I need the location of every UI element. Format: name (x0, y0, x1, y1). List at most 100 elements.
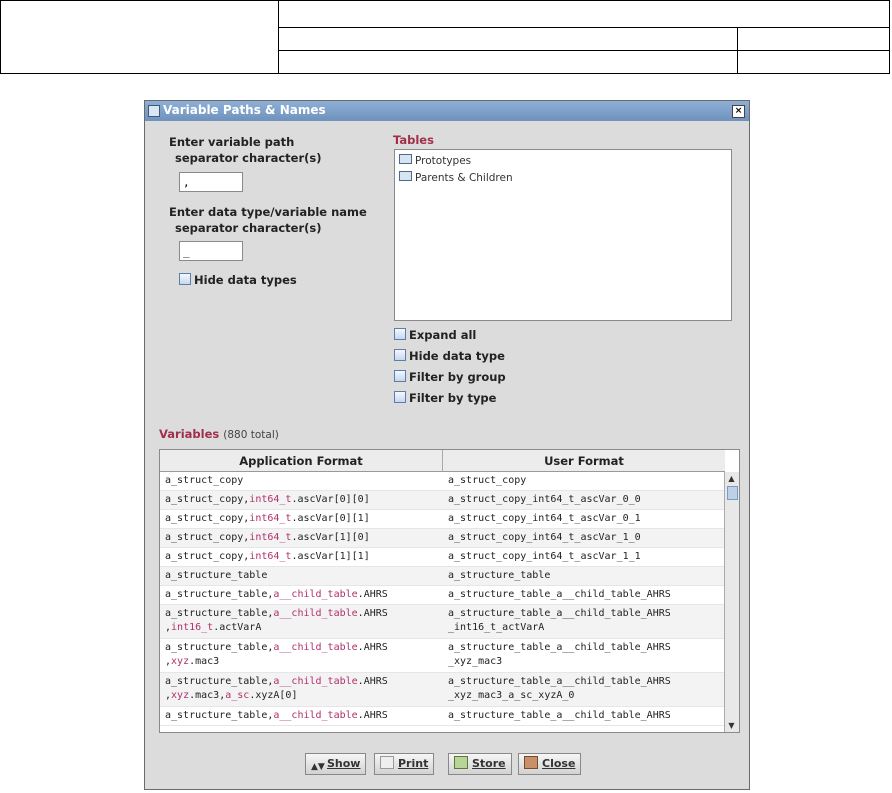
filter-by-type-label: Filter by type (409, 391, 497, 405)
application-format-cell: a_structure_table,a__child_table.AHRS (160, 707, 443, 725)
application-format-cell: a_structure_table,a__child_table.AHRS ,x… (160, 639, 443, 671)
tables-tree[interactable]: Prototypes Parents & Children (394, 149, 732, 321)
cell-text-segment: .ascVar[0][1] (291, 513, 370, 524)
table-row[interactable]: a_structure_table,a__child_table.AHRS ,x… (160, 673, 725, 707)
checkbox-icon (179, 273, 191, 285)
cell-text-segment: a_struct_copy, (165, 513, 250, 524)
table-row[interactable]: a_structure_table a_structure_table (160, 567, 725, 586)
close-icon[interactable]: × (732, 105, 745, 118)
table-row[interactable]: a_struct_copy a_struct_copy (160, 472, 725, 491)
tables-label: Tables (393, 133, 434, 147)
application-format-cell: a_structure_table,a__child_table.AHRS ,i… (160, 605, 443, 637)
printer-icon (380, 756, 394, 769)
filter-by-group-checkbox[interactable]: Filter by group (394, 370, 506, 384)
variables-label: Variables (880 total) (159, 427, 279, 441)
header-title-cell (278, 0, 890, 29)
header-logo-cell (0, 0, 279, 74)
dialog-title: Variable Paths & Names (163, 103, 326, 117)
close-door-icon (524, 756, 538, 769)
store-button[interactable]: Store (448, 753, 512, 775)
application-format-cell: a_struct_copy,int64_t.ascVar[1][0] (160, 529, 443, 547)
table-row[interactable]: a_struct_copy,int64_t.ascVar[0][1] a_stru… (160, 510, 725, 529)
user-format-cell: a_structure_table_a__child_table_AHRS _x… (448, 676, 671, 701)
document-header-table (0, 0, 890, 74)
scroll-thumb[interactable] (727, 486, 738, 500)
application-format-cell: a_structure_table (160, 567, 443, 585)
cell-text-segment: a_struct_copy (165, 475, 244, 486)
header-cell (278, 27, 738, 52)
cell-text-segment: a_structure_table, (165, 676, 274, 687)
cell-text-segment: .ascVar[0][0] (291, 494, 370, 505)
table-row[interactable]: a_structure_table,a__child_table.AHRS ,i… (160, 605, 725, 639)
variables-title: Variables (159, 427, 220, 441)
dialog-titlebar[interactable]: Variable Paths & Names × (145, 101, 749, 121)
checkbox-icon (394, 328, 406, 340)
header-cell (278, 50, 738, 74)
cell-text-segment: int64_t (249, 494, 292, 505)
cell-text-segment: .mac3, (189, 690, 226, 701)
type-separator-label-line2: separator character(s) (175, 221, 322, 235)
type-separator-label-line1: Enter data type/variable name (169, 205, 367, 219)
table-row[interactable]: a_structure_table,a__child_table.AHRS a_s… (160, 586, 725, 605)
user-format-cell: a_structure_table_a__child_table_AHRS _x… (448, 642, 671, 667)
checkbox-icon (394, 391, 406, 403)
path-separator-input[interactable] (179, 172, 243, 192)
table-row[interactable]: a_struct_copy,int64_t.ascVar[0][0] a_stru… (160, 491, 725, 510)
filter-by-type-checkbox[interactable]: Filter by type (394, 391, 496, 405)
user-format-cell: a_struct_copy (448, 475, 527, 486)
application-format-cell: a_struct_copy,int64_t.ascVar[0][0] (160, 491, 443, 509)
tree-item-parents-children[interactable]: Parents & Children (399, 171, 513, 184)
cell-text-segment: a__child_table (273, 710, 358, 721)
cell-text-segment: a_struct_copy, (165, 494, 250, 505)
scroll-up-icon[interactable]: ▲ (727, 474, 736, 483)
hide-data-types-checkbox[interactable]: Hide data types (179, 273, 297, 287)
table-row[interactable]: a_structure_table,a__child_table.AHRS ,x… (160, 639, 725, 673)
column-header-user-format[interactable]: User Format (443, 450, 725, 472)
cell-text-segment: .AHRS (357, 710, 388, 721)
cell-text-segment: a_sc (225, 690, 250, 701)
cell-text-segment: .xyzA[0] (249, 690, 298, 701)
show-icon: ▲▼ (311, 762, 325, 772)
type-separator-input[interactable] (179, 241, 243, 261)
table-row[interactable]: a_structure_table,a__child_table.AHRS a_s… (160, 707, 725, 726)
store-icon (454, 756, 468, 769)
cell-text-segment: .AHRS (357, 589, 388, 600)
cell-text-segment: a_struct_copy, (165, 532, 250, 543)
cell-text-segment: xyz (171, 656, 190, 667)
cell-text-segment: a_structure_table, (165, 589, 274, 600)
cell-text-segment: a__child_table (273, 676, 358, 687)
application-format-cell: a_structure_table,a__child_table.AHRS (160, 586, 443, 604)
header-cell (737, 27, 890, 52)
show-button[interactable]: ▲▼ Show (305, 753, 367, 775)
user-format-cell: a_structure_table_a__child_table_AHRS (448, 710, 671, 721)
tree-item-prototypes[interactable]: Prototypes (399, 154, 471, 167)
close-button[interactable]: Close (518, 753, 582, 775)
hide-data-type-checkbox[interactable]: Hide data type (394, 349, 505, 363)
hide-data-types-label: Hide data types (194, 273, 297, 287)
variables-table[interactable]: Application Format User Format a_struct_… (159, 449, 740, 733)
cell-text-segment: a_structure_table (165, 570, 268, 581)
variables-count: (880 total) (223, 429, 279, 441)
cell-text-segment: .ascVar[1][0] (291, 532, 370, 543)
column-header-application-format[interactable]: Application Format (160, 450, 443, 472)
hide-data-type-label: Hide data type (409, 349, 505, 363)
cell-text-segment: a_struct_copy, (165, 551, 250, 562)
table-row[interactable]: a_struct_copy,int64_t.ascVar[1][1] a_stru… (160, 548, 725, 567)
print-button[interactable]: Print (374, 753, 435, 775)
cell-text-segment: a__child_table (273, 608, 358, 619)
expand-all-checkbox[interactable]: Expand all (394, 328, 476, 342)
table-rows: a_struct_copy a_struct_copy a_struct_copy,… (160, 472, 725, 726)
user-format-cell: a_structure_table_a__child_table_AHRS (448, 589, 671, 600)
cell-text-segment: int64_t (249, 551, 292, 562)
folder-icon (399, 171, 412, 181)
vertical-scrollbar[interactable]: ▲ ▼ (724, 472, 739, 732)
scroll-down-icon[interactable]: ▼ (727, 721, 736, 730)
cell-text-segment: int64_t (249, 532, 292, 543)
application-format-cell: a_struct_copy,int64_t.ascVar[1][1] (160, 548, 443, 566)
cell-text-segment: a_structure_table, (165, 642, 274, 653)
table-row[interactable]: a_struct_copy,int64_t.ascVar[1][0] a_stru… (160, 529, 725, 548)
expand-all-label: Expand all (409, 328, 477, 342)
window-icon (148, 105, 160, 117)
cell-text-segment: int16_t (171, 622, 214, 633)
cell-text-segment: .ascVar[1][1] (291, 551, 370, 562)
